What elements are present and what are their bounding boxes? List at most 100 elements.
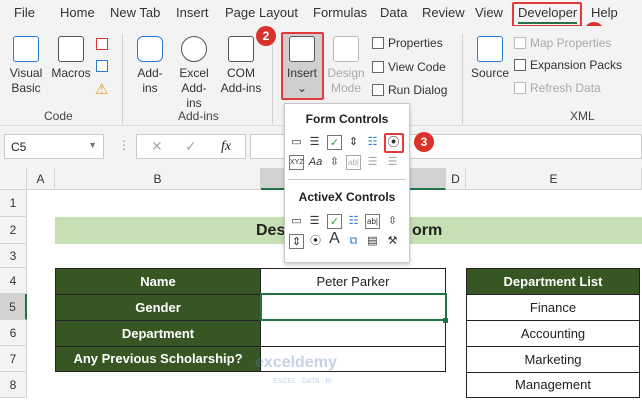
department-item: Accounting (466, 320, 640, 347)
department-item: Marketing (466, 346, 640, 373)
view-code-icon (372, 61, 384, 73)
name-box[interactable]: C5 ▼ (4, 134, 104, 159)
group-code-label: Code (44, 109, 73, 123)
tab-file[interactable]: File (14, 5, 35, 20)
group-xml-label: XML (570, 109, 595, 123)
checkbox-icon[interactable]: ✓ (327, 135, 342, 150)
activex-checkbox-icon[interactable]: ✓ (327, 214, 342, 229)
row-header-5[interactable]: 5 (0, 294, 27, 320)
formula-buttons: ✕ ✓ fx (136, 134, 246, 159)
department-item: Management (466, 372, 640, 398)
activex-button-icon[interactable]: ▭ (289, 214, 304, 229)
row-header-7[interactable]: 7 (0, 346, 27, 372)
expansion-packs-icon (514, 59, 526, 71)
tab-page-layout[interactable]: Page Layout (225, 5, 298, 20)
enter-icon[interactable]: ✓ (185, 138, 197, 155)
activex-controls-heading: ActiveX Controls (298, 190, 396, 204)
cell-department-value[interactable] (260, 320, 446, 347)
refresh-data-button[interactable]: Refresh Data (514, 81, 601, 95)
map-properties-button[interactable]: Map Properties (514, 36, 611, 50)
cell-name-value[interactable]: Peter Parker (260, 268, 446, 295)
column-header-d[interactable]: D (446, 168, 466, 190)
tab-review[interactable]: Review (422, 5, 465, 20)
tab-new-tab[interactable]: New Tab (110, 5, 160, 20)
macros-icon (58, 36, 84, 62)
row-header-4[interactable]: 4 (0, 268, 27, 294)
label-gender: Gender (55, 294, 261, 321)
run-dialog-button[interactable]: Run Dialog (372, 83, 447, 97)
label-name: Name (55, 268, 261, 295)
label-previous-scholarship: Any Previous Scholarship? (55, 346, 261, 372)
design-mode-button[interactable]: Design Mode (326, 36, 366, 96)
watermark-logo: exceldemy EXCEL · DATA · BI (255, 354, 337, 385)
tab-view[interactable]: View (475, 5, 503, 20)
refresh-data-icon (514, 82, 526, 94)
macro-security-icon[interactable]: ⚠ (95, 80, 108, 98)
label-department: Department (55, 320, 261, 347)
tab-insert[interactable]: Insert (176, 5, 209, 20)
activex-scroll-bar-icon[interactable]: ⇳ (385, 214, 400, 229)
step-badge-3: 3 (414, 132, 434, 152)
activex-spin-button-icon[interactable]: ⇕ (289, 234, 304, 249)
tab-help[interactable]: Help (591, 5, 618, 20)
source-icon (477, 36, 503, 62)
text-field-icon[interactable]: ab| (346, 155, 361, 170)
more-controls-icon[interactable]: ⚒ (385, 234, 400, 249)
spin-button-icon[interactable]: ⇕ (346, 135, 361, 150)
activex-list-box-icon[interactable]: ☷ (346, 214, 361, 229)
form-title-end: orm (412, 222, 443, 239)
visual-basic-icon (13, 36, 39, 62)
activex-text-box-icon[interactable]: ab| (365, 214, 380, 229)
row-header-1[interactable]: 1 (0, 190, 27, 217)
activex-image-icon[interactable]: ⧉ (346, 234, 361, 249)
insert-controls-dropdown: Form Controls ▭ ☰ ✓ ⇕ ☷ ⦿ XYZ Aa ⇳ ab| ☰… (284, 103, 410, 263)
fill-handle[interactable] (443, 318, 448, 323)
activex-toggle-button-icon[interactable]: ▤ (365, 234, 380, 249)
combo-box-icon[interactable]: ☰ (307, 135, 322, 150)
macros-button[interactable]: Macros (50, 36, 92, 81)
properties-button[interactable]: Properties (372, 36, 443, 50)
gear-icon (181, 36, 207, 62)
activex-option-button-icon[interactable]: ⦿ (308, 234, 323, 249)
com-addins-icon (228, 36, 254, 62)
selected-cell-c5[interactable] (260, 293, 447, 321)
relative-references-icon[interactable] (96, 60, 108, 72)
excel-addins-button[interactable]: Excel Add-ins (174, 36, 214, 111)
combo-dropdown-edit-icon[interactable]: ☰ (385, 155, 400, 170)
button-control-icon[interactable]: ▭ (289, 135, 304, 150)
combo-list-edit-icon[interactable]: ☰ (365, 155, 380, 170)
addins-button[interactable]: Add-ins (132, 36, 168, 96)
tab-formulas[interactable]: Formulas (313, 5, 367, 20)
scroll-bar-icon[interactable]: ⇳ (327, 155, 342, 170)
expansion-packs-button[interactable]: Expansion Packs (514, 58, 622, 72)
column-header-a[interactable]: A (27, 168, 55, 190)
source-button[interactable]: Source (470, 36, 510, 81)
row-header-2[interactable]: 2 (0, 217, 27, 244)
activex-combo-box-icon[interactable]: ☰ (307, 214, 322, 229)
insert-function-icon[interactable]: fx (221, 139, 231, 155)
group-addins-label: Add-ins (178, 109, 219, 123)
record-macro-icon[interactable] (96, 38, 108, 50)
list-box-icon[interactable]: ☷ (365, 135, 380, 150)
divider (272, 34, 273, 124)
dropdown-arrow-icon[interactable]: ▼ (88, 140, 97, 150)
select-all-corner[interactable] (0, 168, 27, 190)
map-properties-icon (514, 37, 526, 49)
column-header-b[interactable]: B (55, 168, 261, 190)
row-header-8[interactable]: 8 (0, 372, 27, 398)
visual-basic-button[interactable]: Visual Basic (6, 36, 46, 96)
cancel-icon[interactable]: ✕ (151, 138, 163, 155)
tab-home[interactable]: Home (60, 5, 95, 20)
com-addins-button[interactable]: COM Add-ins (220, 36, 262, 96)
label-icon[interactable]: Aa (308, 155, 323, 170)
activex-label-icon[interactable]: A (327, 231, 342, 247)
view-code-button[interactable]: View Code (372, 60, 446, 74)
group-box-icon[interactable]: XYZ (289, 155, 304, 170)
column-header-e[interactable]: E (466, 168, 642, 190)
row-header-3[interactable]: 3 (0, 244, 27, 268)
divider (462, 34, 463, 124)
row-header-6[interactable]: 6 (0, 320, 27, 346)
addins-icon (137, 36, 163, 62)
developer-highlight (512, 2, 582, 27)
tab-data[interactable]: Data (380, 5, 407, 20)
